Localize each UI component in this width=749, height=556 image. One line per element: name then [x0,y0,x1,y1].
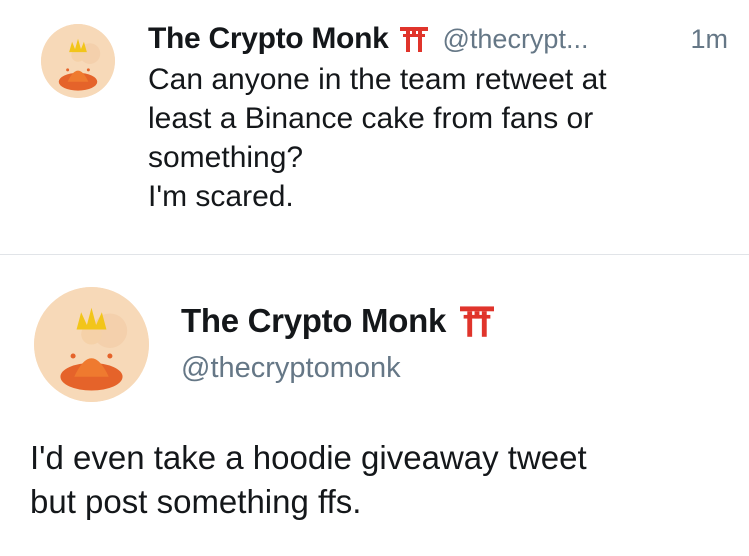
handle[interactable]: @thecryptomonk [181,352,401,385]
avatar[interactable] [34,287,149,402]
tweet-compact[interactable]: The Crypto Monk @thecrypt... 1m Can anyo… [0,0,749,255]
timestamp[interactable]: 1m [690,24,728,55]
torii-gate-icon [399,25,429,53]
avatar[interactable] [41,24,115,98]
display-name[interactable]: The Crypto Monk [148,22,389,56]
display-name-row: The Crypto Monk [181,302,496,340]
handle[interactable]: @thecrypt... [443,24,589,55]
torii-gate-icon [458,304,496,338]
tweet-text: Can anyone in the team retweet at least … [148,63,607,213]
tweet-header: The Crypto Monk @thecrypt... 1m [148,19,728,59]
display-name[interactable]: The Crypto Monk [181,302,446,340]
tweet-text: I'd even take a hoodie giveaway tweet bu… [30,439,587,520]
